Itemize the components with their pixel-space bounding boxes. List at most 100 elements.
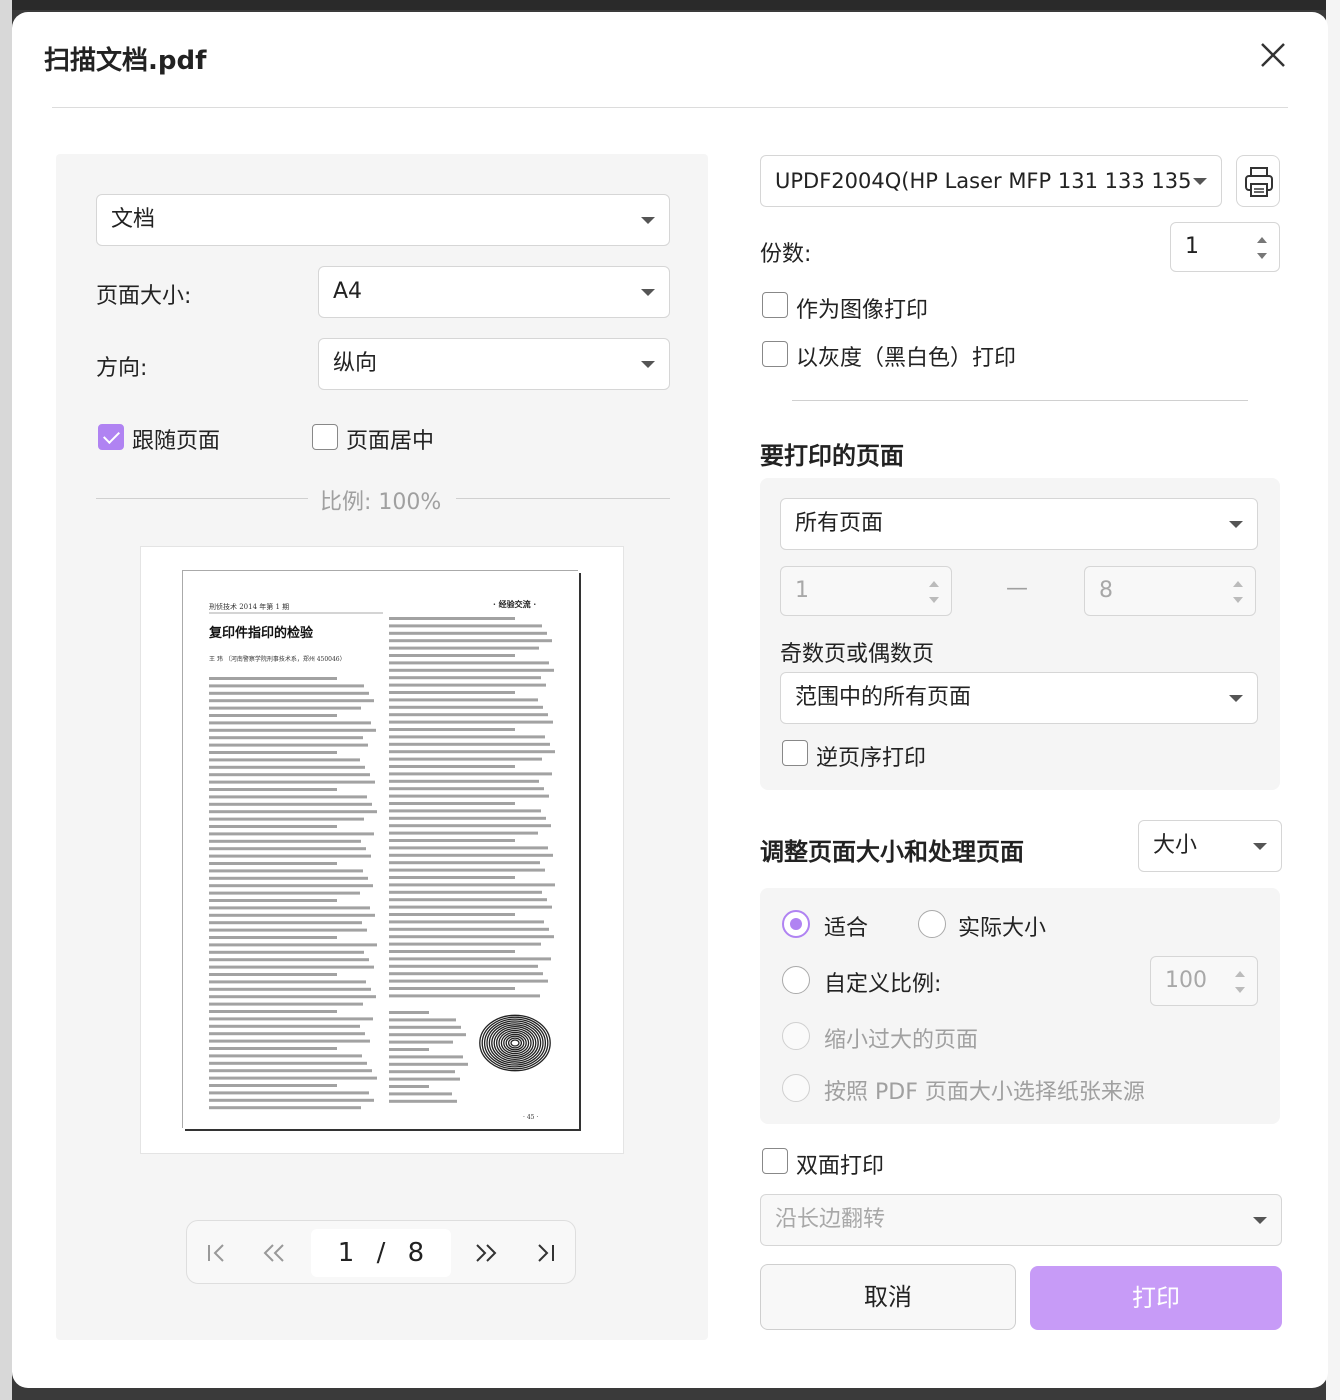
orientation-value: 纵向 — [333, 351, 378, 376]
print-dialog: 扫描文档.pdf 文档 页面大小: A4 方向: 纵向 跟随页面 页面居中 比例… — [12, 12, 1328, 1388]
stepper-down-icon[interactable] — [1257, 253, 1267, 259]
background-right — [1326, 0, 1340, 1400]
range-dash: — — [1006, 576, 1028, 601]
grayscale-label: 以灰度（黑白色）打印 — [796, 346, 1017, 371]
chevron-down-icon — [1193, 178, 1207, 185]
doc-header-left: 刑侦技术 2014 年第 1 期 — [209, 602, 289, 611]
center-page-label: 页面居中 — [346, 429, 435, 454]
range-from-input[interactable]: 1 — [780, 566, 952, 616]
range-to-value: 8 — [1099, 578, 1113, 603]
doc-article-title: 复印件指印的检验 — [208, 625, 314, 641]
page-number-display[interactable]: 1 / 8 — [311, 1229, 451, 1277]
chevron-down-icon — [641, 289, 655, 296]
chevron-down-icon — [641, 361, 655, 368]
follow-page-label: 跟随页面 — [132, 429, 221, 454]
preview-panel: 文档 页面大小: A4 方向: 纵向 跟随页面 页面居中 比例: 100% 刑侦… — [56, 154, 708, 1340]
reverse-order-checkbox[interactable] — [782, 740, 808, 766]
range-to-input[interactable]: 8 — [1084, 566, 1256, 616]
shrink-oversized-label: 缩小过大的页面 — [824, 1028, 979, 1053]
resize-section-title: 调整页面大小和处理页面 — [760, 838, 1024, 866]
shrink-oversized-radio[interactable] — [782, 1022, 810, 1050]
content-type-value: 文档 — [111, 207, 156, 232]
custom-scale-radio[interactable] — [782, 966, 810, 994]
range-from-value: 1 — [795, 578, 809, 603]
center-page-checkbox[interactable] — [312, 424, 338, 450]
doc-author: 王 玮 （河南警察学院刑事技术系，郑州 450046） — [209, 655, 346, 663]
custom-scale-label: 自定义比例: — [824, 972, 942, 997]
print-as-image-label: 作为图像打印 — [796, 298, 929, 323]
custom-scale-value: 100 — [1165, 968, 1207, 993]
stepper-down-icon[interactable] — [1235, 987, 1245, 993]
actual-size-label: 实际大小 — [958, 916, 1047, 941]
print-as-image-checkbox[interactable] — [762, 292, 788, 318]
stepper-up-icon[interactable] — [1235, 971, 1245, 977]
page-thumbnail: 刑侦技术 2014 年第 1 期 · 经验交流 · 复印件指印的检验 王 玮 （… — [183, 571, 579, 1129]
stepper-up-icon[interactable] — [929, 581, 939, 587]
document-page-image: 刑侦技术 2014 年第 1 期 · 经验交流 · 复印件指印的检验 王 玮 （… — [208, 599, 557, 1121]
pages-section-title: 要打印的页面 — [760, 442, 904, 470]
previous-page-icon[interactable] — [259, 1239, 287, 1267]
flip-select[interactable]: 沿长边翻转 — [760, 1194, 1282, 1246]
resize-mode-value: 大小 — [1153, 833, 1198, 858]
page-navigator: 1 / 8 — [186, 1220, 576, 1284]
page-range-value: 所有页面 — [795, 511, 884, 536]
fingerprint-figure — [475, 1011, 557, 1075]
total-pages: 8 — [407, 1238, 425, 1268]
next-page-icon[interactable] — [473, 1239, 501, 1267]
page-range-select[interactable]: 所有页面 — [780, 498, 1258, 550]
flip-value: 沿长边翻转 — [775, 1207, 886, 1232]
options-divider — [792, 400, 1248, 401]
stepper-down-icon[interactable] — [929, 597, 939, 603]
page-size-value: A4 — [333, 279, 363, 304]
duplex-label: 双面打印 — [796, 1154, 885, 1179]
doc-header-right: · 经验交流 · — [493, 599, 536, 609]
resize-mode-select[interactable]: 大小 — [1138, 820, 1282, 872]
close-icon[interactable] — [1256, 38, 1290, 72]
background-left — [0, 0, 12, 1400]
first-page-icon[interactable] — [203, 1239, 231, 1267]
chevron-down-icon — [1253, 1217, 1267, 1224]
odd-even-value: 范围中的所有页面 — [795, 685, 972, 710]
chevron-down-icon — [1229, 695, 1243, 702]
printer-value: UPDF2004Q(HP Laser MFP 131 133 135 — [775, 169, 1192, 193]
actual-size-radio[interactable] — [918, 910, 946, 938]
print-button[interactable]: 打印 — [1030, 1266, 1282, 1330]
stepper-up-icon[interactable] — [1233, 581, 1243, 587]
custom-scale-input[interactable]: 100 — [1150, 956, 1258, 1006]
printer-properties-button[interactable] — [1236, 155, 1280, 207]
orientation-label: 方向: — [96, 356, 148, 381]
page-separator: / — [376, 1238, 386, 1268]
fit-radio[interactable] — [782, 910, 810, 938]
page-preview: 刑侦技术 2014 年第 1 期 · 经验交流 · 复印件指印的检验 王 玮 （… — [140, 546, 624, 1154]
copies-stepper[interactable]: 1 — [1170, 222, 1280, 272]
follow-page-checkbox[interactable] — [98, 424, 124, 450]
reverse-order-label: 逆页序打印 — [816, 746, 927, 771]
odd-even-select[interactable]: 范围中的所有页面 — [780, 672, 1258, 724]
orientation-select[interactable]: 纵向 — [318, 338, 670, 390]
duplex-checkbox[interactable] — [762, 1148, 788, 1174]
background-top — [0, 0, 1340, 10]
stepper-up-icon[interactable] — [1257, 237, 1267, 243]
cancel-button[interactable]: 取消 — [760, 1264, 1016, 1330]
paper-source-label: 按照 PDF 页面大小选择纸张来源 — [824, 1080, 1145, 1105]
dialog-title: 扫描文档.pdf — [44, 46, 207, 76]
pages-options-panel: 所有页面 1 — 8 奇数页或偶数页 范围中的所有页面 逆页序打印 — [760, 478, 1280, 790]
chevron-down-icon — [1253, 843, 1267, 850]
title-divider — [52, 107, 1288, 108]
scale-divider-right — [456, 498, 670, 499]
chevron-down-icon — [641, 217, 655, 224]
paper-source-radio[interactable] — [782, 1074, 810, 1102]
fit-label: 适合 — [824, 916, 869, 941]
doc-page-number: · 45 · — [523, 1114, 538, 1121]
last-page-icon[interactable] — [533, 1239, 561, 1267]
content-type-select[interactable]: 文档 — [96, 194, 670, 246]
copies-value: 1 — [1185, 234, 1199, 259]
page-size-select[interactable]: A4 — [318, 266, 670, 318]
doc-text-left-column — [209, 677, 377, 1110]
page-size-label: 页面大小: — [96, 284, 192, 309]
scale-text: 比例: 100% — [320, 490, 442, 515]
grayscale-checkbox[interactable] — [762, 341, 788, 367]
stepper-down-icon[interactable] — [1233, 597, 1243, 603]
current-page: 1 — [337, 1238, 355, 1268]
printer-select[interactable]: UPDF2004Q(HP Laser MFP 131 133 135 — [760, 155, 1222, 207]
